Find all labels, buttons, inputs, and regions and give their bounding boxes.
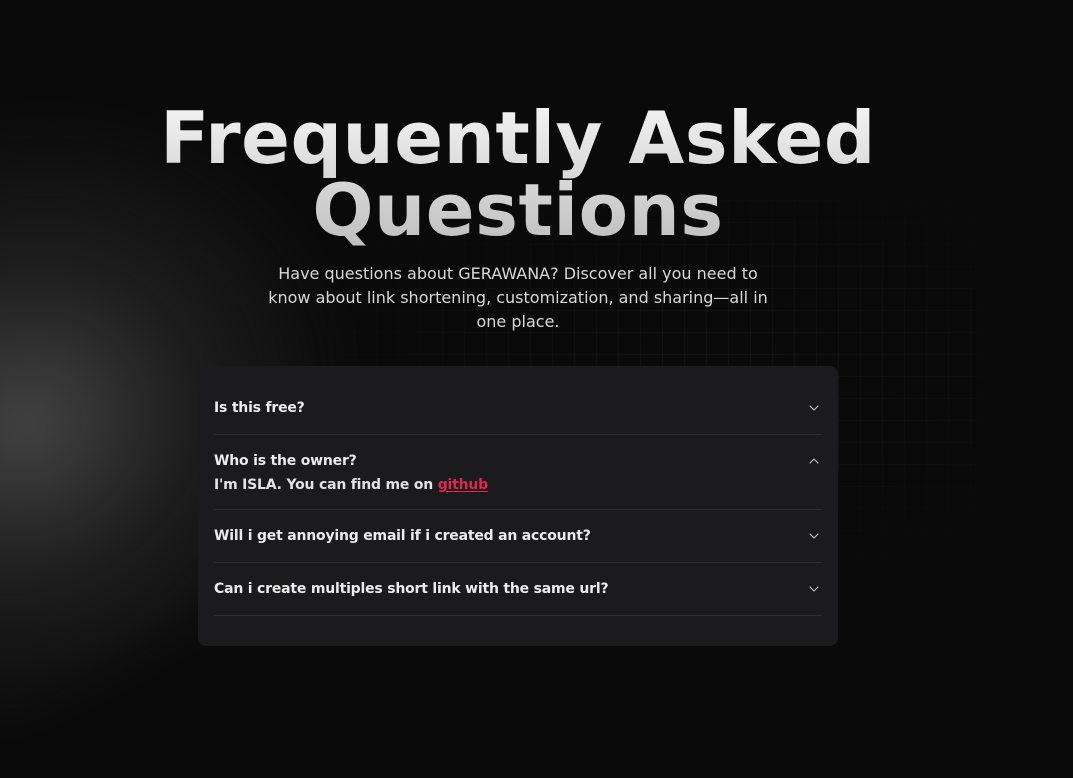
faq-item: Will i get annoying email if i created a…	[214, 510, 822, 563]
page-subtitle: Have questions about GERAWANA? Discover …	[268, 264, 768, 331]
faq-answer-text: I'm ISLA. You can find me on	[214, 477, 438, 493]
faq-accordion: Is this free? Who is the owner? I'm ISLA…	[198, 366, 838, 646]
faq-answer: I'm ISLA. You can find me on github	[214, 477, 822, 509]
page-title-line-2: Questions	[312, 168, 724, 252]
faq-question-toggle[interactable]: Can i create multiples short link with t…	[214, 563, 822, 615]
faq-page: Frequently Asked Questions Have question…	[0, 0, 1073, 778]
faq-item: Is this free?	[214, 382, 822, 435]
chevron-down-icon	[808, 402, 820, 414]
chevron-up-icon	[808, 455, 820, 467]
page-title: Frequently Asked Questions	[160, 102, 876, 246]
faq-question-toggle[interactable]: Will i get annoying email if i created a…	[214, 510, 822, 562]
chevron-down-icon	[808, 530, 820, 542]
faq-question-text: Who is the owner?	[214, 453, 357, 469]
github-link[interactable]: github	[438, 477, 488, 493]
faq-question-text: Will i get annoying email if i created a…	[214, 528, 591, 544]
chevron-down-icon	[808, 583, 820, 595]
faq-question-text: Is this free?	[214, 400, 305, 416]
faq-question-toggle[interactable]: Is this free?	[214, 382, 822, 434]
faq-item: Who is the owner? I'm ISLA. You can find…	[214, 435, 822, 510]
page-title-line-1: Frequently Asked	[160, 96, 876, 180]
faq-item: Can i create multiples short link with t…	[214, 563, 822, 616]
faq-question-text: Can i create multiples short link with t…	[214, 581, 609, 597]
